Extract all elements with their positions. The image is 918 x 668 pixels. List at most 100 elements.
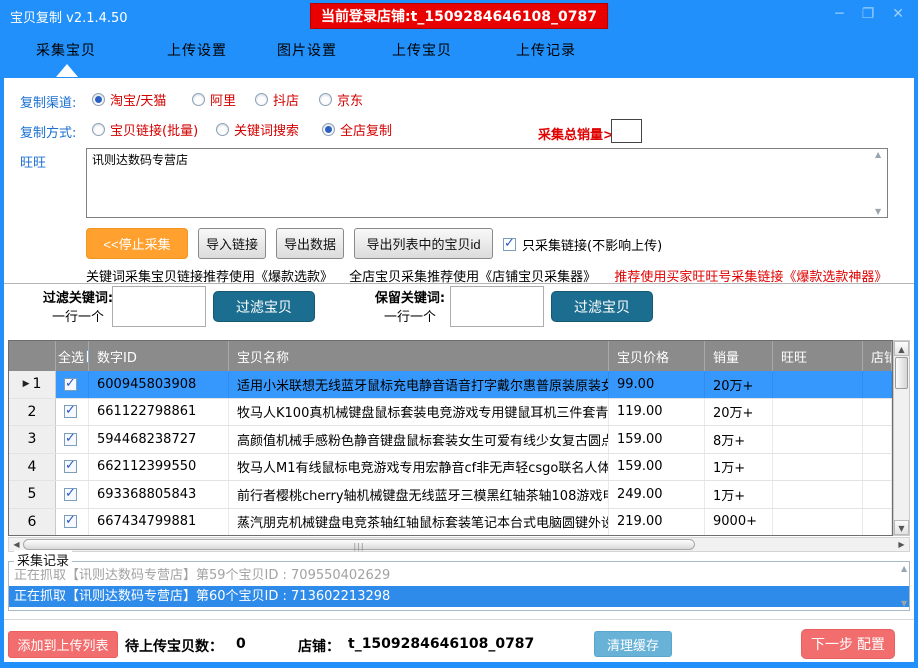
header-sales[interactable]: 销量	[705, 341, 773, 371]
row-checkbox-cell[interactable]	[56, 481, 89, 508]
cell-name: 牧马人M1有线鼠标电竞游戏专用宏静音cf非无声轻csgo联名人体工学	[229, 454, 609, 481]
log-scrollbar[interactable]: ▲ ▼	[899, 564, 911, 608]
shop-label: 店铺：	[298, 636, 340, 656]
radio-off-icon	[192, 93, 205, 106]
tab-image-settings[interactable]: 图片设置	[277, 40, 337, 60]
cell-sales: 1万+	[705, 454, 773, 481]
import-links-button[interactable]: 导入链接	[198, 228, 266, 259]
checkbox-checked-icon[interactable]	[503, 238, 516, 251]
pending-count-label: 待上传宝贝数：	[125, 636, 223, 656]
cell-sales: 20万+	[705, 371, 773, 398]
header-shop[interactable]: 店铺	[863, 341, 892, 371]
cell-id: 600945803908	[89, 371, 229, 398]
login-shop-badge: 当前登录店铺:t_1509284646108_0787	[310, 3, 608, 29]
cell-price: 159.00	[609, 426, 705, 453]
checkbox-checked-icon[interactable]	[64, 488, 77, 501]
scroll-up-icon[interactable]: ▲	[875, 150, 881, 159]
cell-id: 594468238727	[89, 426, 229, 453]
scroll-up-icon[interactable]: ▲	[894, 341, 909, 356]
export-ids-button[interactable]: 导出列表中的宝贝id	[354, 228, 493, 259]
cell-name: 蒸汽朋克机械键盘电竞茶轴红轴鼠标套装笔记本台式电脑圆键外设	[229, 509, 609, 536]
table-row[interactable]: 6 667434799881 蒸汽朋克机械键盘电竞茶轴红轴鼠标套装笔记本台式电脑…	[9, 509, 892, 536]
row-checkbox-cell[interactable]	[56, 509, 89, 536]
tab-upload-history[interactable]: 上传记录	[516, 40, 576, 60]
cell-wangwang	[773, 509, 863, 536]
scroll-down-icon[interactable]: ▼	[875, 207, 881, 216]
title-bar: 宝贝复制 v2.1.4.50 当前登录店铺:t_1509284646108_07…	[0, 0, 918, 30]
maximize-icon[interactable]: ❐	[862, 5, 875, 23]
scrollbar-thumb[interactable]: |||	[23, 539, 695, 550]
row-number: 5	[9, 481, 56, 508]
tab-collect[interactable]: 采集宝贝	[36, 40, 96, 60]
scroll-down-icon[interactable]: ▼	[894, 520, 909, 535]
checkbox-checked-icon[interactable]	[64, 405, 77, 418]
header-id[interactable]: 数字ID	[89, 341, 229, 371]
checkbox-checked-icon[interactable]	[64, 460, 77, 473]
table-row[interactable]: 5 693368805843 前行者樱桃cherry轴机械键盘无线蓝牙三模黑红轴…	[9, 481, 892, 509]
cell-shop	[863, 509, 892, 536]
exclude-filter-button[interactable]: 过滤宝贝	[213, 291, 315, 322]
textarea-scrollbar[interactable]: ▲ ▼	[872, 150, 886, 216]
channel-radio-taobao[interactable]: 淘宝/天猫	[92, 90, 166, 109]
tab-upload-settings[interactable]: 上传设置	[167, 40, 227, 60]
products-table: 全选 数字ID 宝贝名称 宝贝价格 销量 旺旺 店铺 ▶1 6009458039…	[8, 340, 893, 536]
scroll-up-icon[interactable]: ▲	[901, 564, 907, 573]
main-panel: 复制渠道: 淘宝/天猫 阿里 抖店 京东 复制方式: 宝贝链接(批量) 关键词搜…	[4, 78, 914, 662]
table-row[interactable]: 4 662112399550 牧马人M1有线鼠标电竞游戏专用宏静音cf非无声轻c…	[9, 454, 892, 482]
clear-cache-button[interactable]: 清理缓存	[594, 631, 672, 657]
add-to-upload-button[interactable]: 添加到上传列表	[8, 631, 118, 658]
min-sales-input[interactable]	[611, 119, 642, 143]
scrollbar-thumb[interactable]	[895, 357, 908, 389]
radio-off-icon	[92, 123, 105, 136]
row-pointer-icon: ▶	[23, 379, 30, 389]
table-row[interactable]: 3 594468238727 高颜值机械手感粉色静音键盘鼠标套装女生可爱有线少女…	[9, 426, 892, 454]
only-links-checkbox-row[interactable]: 只采集链接(不影响上传)	[503, 235, 662, 254]
header-select-all[interactable]: 全选	[56, 341, 89, 371]
channel-radio-ali[interactable]: 阿里	[192, 90, 236, 109]
wangwang-textarea[interactable]: 讯则达数码专营店	[86, 148, 888, 218]
export-data-button[interactable]: 导出数据	[276, 228, 344, 259]
only-links-label: 只采集链接(不影响上传)	[522, 235, 662, 254]
cell-id: 661122798861	[89, 399, 229, 426]
header-price[interactable]: 宝贝价格	[609, 341, 705, 371]
log-line-selected[interactable]: 正在抓取【讯则达数码专营店】第60个宝贝ID : 713602213298	[9, 586, 909, 607]
log-line[interactable]: 正在抓取【讯则达数码专营店】第59个宝贝ID : 709550402629	[9, 565, 909, 586]
minimize-icon[interactable]: ─	[835, 5, 843, 23]
row-checkbox-cell[interactable]	[56, 454, 89, 481]
table-horizontal-scrollbar[interactable]: ◀ ||| ▶	[8, 537, 910, 552]
keep-filter-button[interactable]: 过滤宝贝	[551, 291, 653, 322]
header-wangwang[interactable]: 旺旺	[773, 341, 863, 371]
stop-collect-button[interactable]: <<停止采集	[86, 228, 188, 259]
cell-price: 159.00	[609, 454, 705, 481]
table-header: 全选 数字ID 宝贝名称 宝贝价格 销量 旺旺 店铺	[9, 341, 892, 371]
radio-on-icon	[92, 93, 105, 106]
close-icon[interactable]: ✕	[892, 5, 904, 23]
keep-keywords-input[interactable]	[450, 286, 544, 327]
scroll-right-icon[interactable]: ▶	[895, 538, 908, 551]
table-vertical-scrollbar[interactable]: ▲ ▼	[893, 340, 910, 536]
app-window: 宝贝复制 v2.1.4.50 当前登录店铺:t_1509284646108_07…	[0, 0, 918, 668]
mode-radio-links[interactable]: 宝贝链接(批量)	[92, 120, 198, 139]
channel-label: 复制渠道:	[20, 92, 76, 111]
tab-upload-items[interactable]: 上传宝贝	[392, 40, 452, 60]
table-row[interactable]: ▶1 600945803908 适用小米联想无线蓝牙鼠标充电静音语音打字戴尔惠普…	[9, 371, 892, 399]
cell-shop	[863, 454, 892, 481]
next-step-button[interactable]: 下一步 配置	[801, 629, 895, 659]
table-row[interactable]: 2 661122798861 牧马人K100真机械键盘鼠标套装电竞游戏专用键鼠耳…	[9, 399, 892, 427]
log-list[interactable]: 正在抓取【讯则达数码专营店】第59个宝贝ID : 709550402629 正在…	[8, 561, 910, 611]
cell-wangwang	[773, 399, 863, 426]
channel-radio-jd[interactable]: 京东	[319, 90, 363, 109]
header-name[interactable]: 宝贝名称	[229, 341, 609, 371]
checkbox-checked-icon[interactable]	[64, 433, 77, 446]
checkbox-checked-icon[interactable]	[64, 515, 77, 528]
checkbox-checked-icon[interactable]	[64, 378, 77, 391]
row-checkbox-cell[interactable]	[56, 426, 89, 453]
scroll-down-icon[interactable]: ▼	[901, 599, 907, 608]
exclude-keywords-input[interactable]	[112, 286, 206, 327]
mode-radio-keyword[interactable]: 关键词搜索	[216, 120, 299, 139]
row-checkbox-cell[interactable]	[56, 371, 89, 398]
channel-radio-douyin[interactable]: 抖店	[255, 90, 299, 109]
row-checkbox-cell[interactable]	[56, 399, 89, 426]
mode-radio-wholeshop[interactable]: 全店复制	[322, 120, 392, 139]
cell-sales: 9000+	[705, 509, 773, 536]
